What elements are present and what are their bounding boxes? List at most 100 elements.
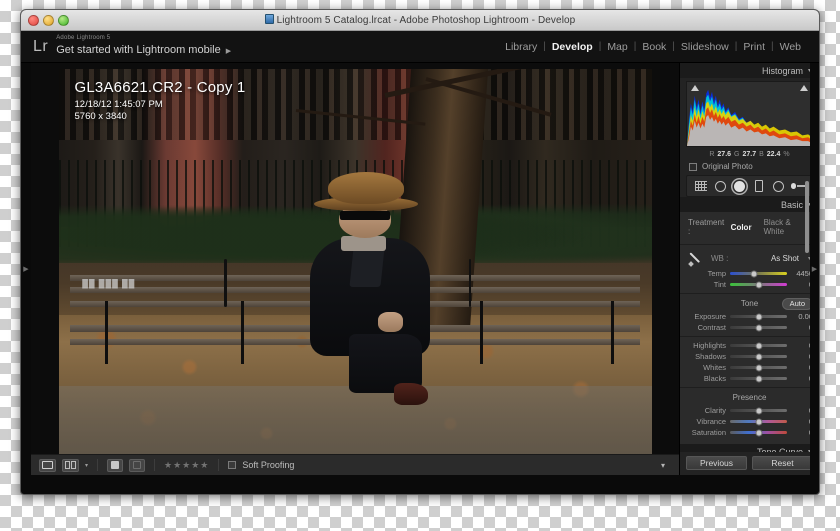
slider-highlights-thumb[interactable] [755, 342, 762, 349]
slider-shadows-track[interactable] [730, 353, 787, 360]
slider-exposure-label: Exposure [694, 312, 726, 321]
slider-whites[interactable]: Whites 0 [680, 362, 819, 373]
brush-icon [790, 183, 797, 189]
auto-tone-button[interactable]: Auto [781, 298, 813, 310]
slider-vibrance-thumb[interactable] [755, 418, 762, 425]
slider-clarity-track[interactable] [730, 407, 787, 414]
tone-section-title: Tone [740, 299, 759, 308]
readout-g-value: 27.7 [742, 150, 757, 158]
promo-label[interactable]: Get started with Lightroom mobile [56, 45, 220, 57]
flag-pick-button[interactable] [107, 458, 124, 472]
flag-reject-button[interactable] [129, 458, 146, 472]
slider-exposure-track[interactable] [730, 313, 787, 320]
soft-proofing-checkbox[interactable] [228, 461, 237, 469]
treatment-bw-option[interactable]: Black & White [764, 218, 811, 236]
panel-action-buttons: Previous Reset [680, 452, 819, 475]
toolbar-caret-icon[interactable]: ▾ [661, 461, 671, 470]
slider-saturation-thumb[interactable] [755, 429, 762, 436]
slider-tint-thumb[interactable] [755, 281, 762, 288]
flag-reject-icon [133, 461, 142, 469]
slider-saturation-label: Saturation [691, 428, 726, 437]
slider-contrast-thumb[interactable] [755, 324, 762, 331]
slider-highlights-track[interactable] [730, 342, 787, 349]
treatment-color-option[interactable]: Color [731, 223, 752, 232]
right-panel-collapse-strip[interactable]: ▶ [810, 63, 819, 475]
slider-shadows-thumb[interactable] [755, 353, 762, 360]
module-library[interactable]: Library [499, 41, 543, 53]
slider-vibrance-track[interactable] [730, 418, 787, 425]
before-after-view-button[interactable] [62, 458, 79, 472]
slider-contrast-track[interactable] [730, 324, 787, 331]
graduated-filter-tool-button[interactable] [752, 179, 767, 194]
slider-exposure-thumb[interactable] [755, 313, 762, 320]
red-eye-tool-button[interactable] [732, 179, 747, 194]
histogram-graph[interactable] [686, 81, 813, 147]
reset-button[interactable]: Reset [752, 456, 813, 470]
chevron-right-icon[interactable]: ▶ [812, 266, 817, 273]
star-rating-control[interactable]: ★★★★★ [164, 460, 209, 471]
slider-blacks-thumb[interactable] [755, 375, 762, 382]
adjustment-brush-tool-button[interactable] [790, 179, 806, 194]
histogram-panel-header[interactable]: Histogram ▾ [680, 63, 819, 78]
module-book[interactable]: Book [636, 41, 672, 53]
slider-temp-thumb[interactable] [750, 270, 758, 277]
app-name-label: Adobe Lightroom 5 [56, 34, 111, 41]
lightroom-window: Lightroom 5 Catalog.lrcat - Adobe Photos… [20, 9, 820, 495]
slider-temp-track[interactable] [730, 270, 787, 277]
white-balance-eyedropper-icon[interactable] [688, 250, 705, 267]
section-divider [680, 293, 819, 294]
left-panel-collapse-strip[interactable]: ▶ [21, 63, 31, 475]
zoom-button[interactable] [58, 14, 69, 26]
bench-graffiti: ██ ███ ██ [82, 278, 136, 288]
image-canvas: ██ ███ ██ GL3A6621.CR2 - Copy 1 12/18/12… [31, 63, 679, 475]
crop-overlay-tool-button[interactable] [693, 179, 708, 194]
slider-highlights-label: Highlights [693, 341, 726, 350]
slider-blacks[interactable]: Blacks 0 [680, 373, 819, 384]
slider-clarity[interactable]: Clarity 0 [680, 405, 819, 416]
original-photo-row[interactable]: Original Photo [680, 160, 819, 174]
slider-whites-track[interactable] [730, 364, 787, 371]
chevron-right-icon[interactable]: ▶ [23, 266, 28, 273]
chevron-down-icon[interactable]: ▾ [85, 462, 88, 469]
basic-panel-header[interactable]: Basic ▾ [680, 197, 819, 212]
module-develop[interactable]: Develop [546, 41, 599, 53]
slider-tint[interactable]: Tint 0 [680, 279, 819, 290]
promo-arrow-icon[interactable]: ▶ [226, 48, 231, 55]
minimize-button[interactable] [43, 14, 54, 26]
slider-tint-track[interactable] [730, 281, 787, 288]
tone-curve-panel-header[interactable]: Tone Curve ▾ [680, 444, 819, 452]
histogram-curve [687, 89, 812, 146]
photo-container[interactable]: ██ ███ ██ GL3A6621.CR2 - Copy 1 12/18/12… [58, 69, 652, 465]
presence-section-header: Presence [686, 391, 813, 404]
previous-button[interactable]: Previous [686, 456, 747, 470]
slider-shadows[interactable]: Shadows 0 [680, 351, 819, 362]
slider-saturation[interactable]: Saturation 0 [680, 427, 819, 438]
module-picker: Library | Develop | Map | Book | Slidesh… [499, 41, 807, 53]
module-slideshow[interactable]: Slideshow [675, 41, 735, 53]
wb-value[interactable]: As Shot [771, 254, 799, 263]
slider-contrast[interactable]: Contrast 0 [680, 322, 819, 333]
slider-clarity-thumb[interactable] [755, 407, 762, 414]
close-button[interactable] [28, 14, 39, 26]
slider-whites-thumb[interactable] [755, 364, 762, 371]
slider-temp[interactable]: Temp 4450 [680, 268, 819, 279]
slider-highlights[interactable]: Highlights 0 [680, 340, 819, 351]
slider-saturation-track[interactable] [730, 429, 787, 436]
module-print[interactable]: Print [737, 41, 771, 53]
main-body: ▶ ██ ███ ██ GL3A6621.CR2 - Copy 1 12/18/… [21, 63, 819, 475]
slider-vibrance[interactable]: Vibrance 0 [680, 416, 819, 427]
histogram-rgb-readout: R 27.6 G 27.7 B 22.4 % [680, 148, 819, 160]
histogram-panel-title: Histogram [761, 65, 803, 76]
identity-plate[interactable]: Lr Adobe Lightroom 5 Get started with Li… [31, 35, 231, 58]
loupe-view-button[interactable] [39, 458, 56, 472]
module-map[interactable]: Map [601, 41, 633, 53]
tone-section-header: Tone Auto [686, 297, 813, 310]
right-panel-scrollbar[interactable] [805, 181, 809, 253]
readout-r-value: 27.6 [717, 150, 732, 158]
slider-exposure[interactable]: Exposure 0.00 [680, 311, 819, 322]
module-web[interactable]: Web [774, 41, 807, 53]
radial-filter-tool-button[interactable] [771, 179, 786, 194]
original-photo-checkbox[interactable] [689, 162, 697, 171]
spot-removal-tool-button[interactable] [713, 179, 728, 194]
slider-blacks-track[interactable] [730, 375, 787, 382]
